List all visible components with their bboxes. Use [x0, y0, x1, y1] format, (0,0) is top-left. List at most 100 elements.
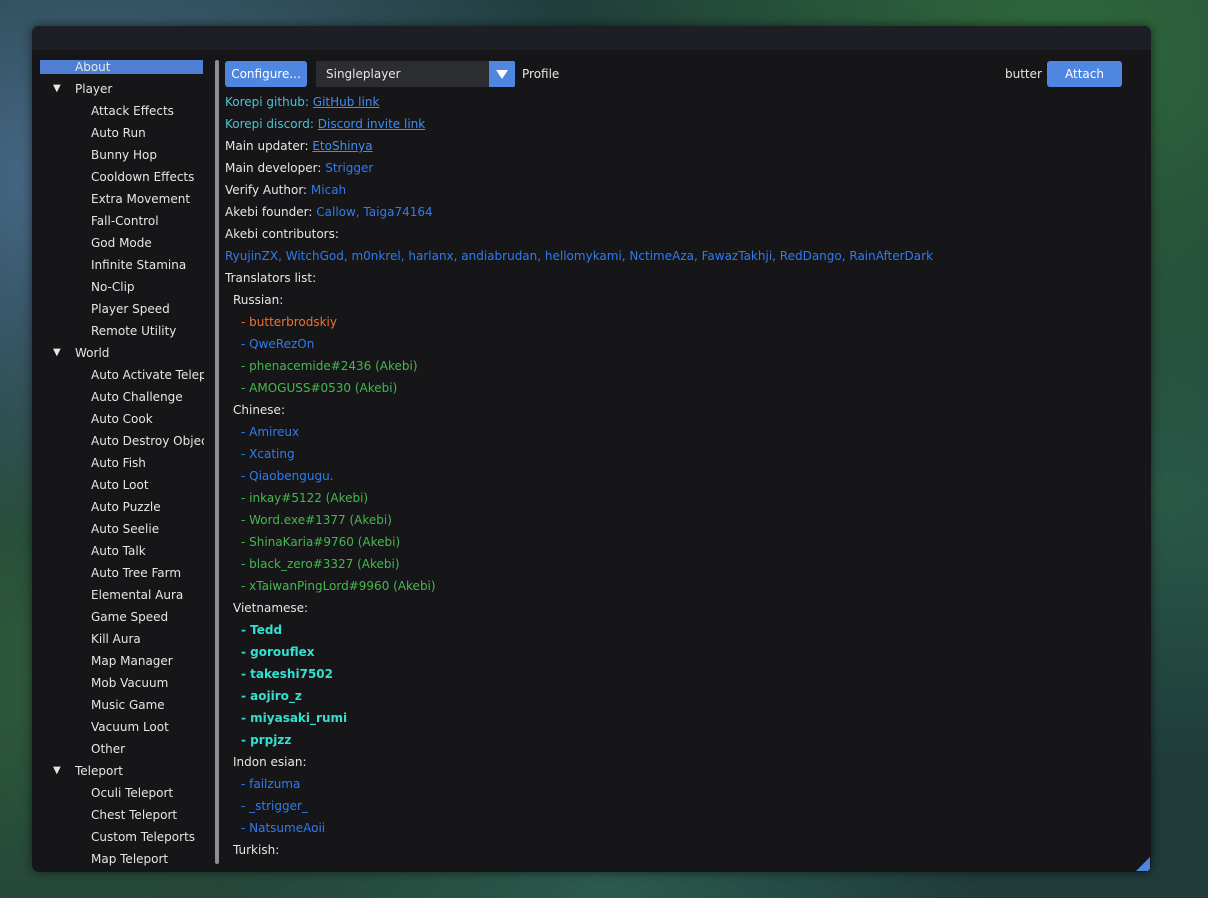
- sidebar-item-no-clip[interactable]: No-Clip: [32, 276, 204, 298]
- about-row: - phenacemide#2436 (Akebi): [241, 355, 418, 377]
- sidebar-item-auto-puzzle[interactable]: Auto Puzzle: [32, 496, 204, 518]
- attach-button[interactable]: Attach: [1047, 61, 1122, 87]
- sidebar-item-auto-run[interactable]: Auto Run: [32, 122, 204, 144]
- about-text: - aojiro_z: [241, 689, 302, 703]
- about-link[interactable]: EtoShinya: [312, 139, 372, 153]
- sidebar-item-cooldown-effects[interactable]: Cooldown Effects: [32, 166, 204, 188]
- sidebar-item-player-speed[interactable]: Player Speed: [32, 298, 204, 320]
- about-text: RyujinZX, WitchGod, m0nkrel, harlanx, an…: [225, 249, 934, 263]
- expand-arrow-icon[interactable]: ▼: [53, 342, 61, 364]
- chevron-down-icon[interactable]: [489, 61, 515, 87]
- about-text: Akebi contributors:: [225, 227, 339, 241]
- sidebar-item-label: Kill Aura: [91, 632, 141, 646]
- sidebar-item-mob-vacuum[interactable]: Mob Vacuum: [32, 672, 204, 694]
- about-text: - Xcating: [241, 447, 295, 461]
- about-row: - NatsumeAoii: [241, 817, 325, 839]
- about-text: - xTaiwanPingLord#9960 (Akebi): [241, 579, 436, 593]
- sidebar-item-other[interactable]: Other: [32, 738, 204, 760]
- sidebar-item-music-game[interactable]: Music Game: [32, 694, 204, 716]
- sidebar-item-auto-talk[interactable]: Auto Talk: [32, 540, 204, 562]
- about-row: - AMOGUSS#0530 (Akebi): [241, 377, 397, 399]
- about-row: - prpjzz: [241, 729, 291, 751]
- sidebar-item-vacuum-loot[interactable]: Vacuum Loot: [32, 716, 204, 738]
- expand-arrow-icon[interactable]: ▼: [53, 78, 61, 100]
- sidebar-item-extra-movement[interactable]: Extra Movement: [32, 188, 204, 210]
- about-text: - takeshi7502: [241, 667, 333, 681]
- sidebar-item-label: Player Speed: [91, 302, 170, 316]
- sidebar-item-label: Auto Cook: [91, 412, 153, 426]
- expand-arrow-icon[interactable]: ▼: [53, 760, 61, 782]
- about-text: - Tedd: [241, 623, 283, 637]
- title-bar[interactable]: [32, 26, 1151, 50]
- profile-label: Profile: [522, 67, 560, 81]
- sidebar-item-label: Vacuum Loot: [91, 720, 169, 734]
- sidebar-item-attack-effects[interactable]: Attack Effects: [32, 100, 204, 122]
- about-row: Turkish:: [233, 839, 279, 861]
- about-row: - gorouflex: [241, 641, 314, 663]
- sidebar-item-kill-aura[interactable]: Kill Aura: [32, 628, 204, 650]
- about-row: Korepi github: GitHub link: [225, 91, 379, 113]
- about-text: Micah: [310, 183, 347, 197]
- about-text: Chinese:: [233, 403, 285, 417]
- about-text: Strigger: [325, 161, 374, 175]
- sidebar-splitter[interactable]: [215, 60, 219, 864]
- sidebar-item-custom-teleports[interactable]: Custom Teleports: [32, 826, 204, 848]
- about-row: Akebi founder: Callow, Taiga74164: [225, 201, 433, 223]
- sidebar-item-label: Game Speed: [91, 610, 169, 624]
- profile-select[interactable]: Singleplayer: [316, 61, 515, 87]
- sidebar-item-game-speed[interactable]: Game Speed: [32, 606, 204, 628]
- configure-button[interactable]: Configure...: [225, 61, 307, 87]
- resize-grip[interactable]: [1136, 857, 1150, 871]
- about-text: Turkish:: [233, 843, 280, 857]
- sidebar-item-label: No-Clip: [91, 280, 135, 294]
- about-text: - Word.exe#1377 (Akebi): [241, 513, 392, 527]
- about-link[interactable]: GitHub link: [313, 95, 380, 109]
- sidebar-item-infinite-stamina[interactable]: Infinite Stamina: [32, 254, 204, 276]
- about-text: - gorouflex: [241, 645, 315, 659]
- sidebar-item-auto-destroy-objects[interactable]: Auto Destroy Objects: [32, 430, 204, 452]
- about-row: - failzuma: [241, 773, 300, 795]
- sidebar-item-oculi-teleport[interactable]: Oculi Teleport: [32, 782, 204, 804]
- sidebar-item-label: Auto Run: [91, 126, 146, 140]
- about-row: Indon esian:: [233, 751, 307, 773]
- sidebar-item-god-mode[interactable]: God Mode: [32, 232, 204, 254]
- sidebar-item-label: Music Game: [91, 698, 165, 712]
- sidebar-item-player[interactable]: ▼ Player: [32, 78, 204, 100]
- about-text: - Qiaobengugu.: [241, 469, 334, 483]
- sidebar-item-auto-tree-farm[interactable]: Auto Tree Farm: [32, 562, 204, 584]
- user-label: butter: [1005, 67, 1042, 81]
- sidebar-item-chest-teleport[interactable]: Chest Teleport: [32, 804, 204, 826]
- sidebar-item-auto-fish[interactable]: Auto Fish: [32, 452, 204, 474]
- main-window: About ▼ Player Attack Effects Auto Run Bunny …: [32, 26, 1151, 872]
- sidebar-item-label: World: [75, 346, 110, 360]
- about-text: Korepi discord:: [225, 117, 318, 131]
- about-text: Main developer:: [225, 161, 326, 175]
- sidebar-item-auto-loot[interactable]: Auto Loot: [32, 474, 204, 496]
- about-link[interactable]: Discord invite link: [318, 117, 425, 131]
- sidebar-item-auto-challenge[interactable]: Auto Challenge: [32, 386, 204, 408]
- about-row: - _strigger_: [241, 795, 308, 817]
- sidebar-item-remote-utility[interactable]: Remote Utility: [32, 320, 204, 342]
- sidebar-item-teleport[interactable]: ▼ Teleport: [32, 760, 204, 782]
- sidebar-item-map-manager[interactable]: Map Manager: [32, 650, 204, 672]
- sidebar-item-world[interactable]: ▼ World: [32, 342, 204, 364]
- sidebar-item-about[interactable]: About: [32, 56, 204, 78]
- about-text: Verify Author:: [225, 183, 311, 197]
- about-row: Main updater: EtoShinya: [225, 135, 373, 157]
- sidebar-item-label: Auto Tree Farm: [91, 566, 182, 580]
- sidebar-item-auto-activate-telepor[interactable]: Auto Activate Telepor: [32, 364, 204, 386]
- sidebar-item-label: Oculi Teleport: [91, 786, 174, 800]
- about-row: Verify Author: Micah: [225, 179, 346, 201]
- sidebar-item-auto-seelie[interactable]: Auto Seelie: [32, 518, 204, 540]
- about-text: - phenacemide#2436 (Akebi): [241, 359, 418, 373]
- about-row: - miyasaki_rumi: [241, 707, 347, 729]
- about-text: - AMOGUSS#0530 (Akebi): [241, 381, 398, 395]
- sidebar-item-fall-control[interactable]: Fall-Control: [32, 210, 204, 232]
- sidebar-item-auto-cook[interactable]: Auto Cook: [32, 408, 204, 430]
- sidebar-item-elemental-aura[interactable]: Elemental Aura: [32, 584, 204, 606]
- about-row: - butterbrodskiy: [241, 311, 337, 333]
- about-row: RyujinZX, WitchGod, m0nkrel, harlanx, an…: [225, 245, 933, 267]
- sidebar-item-bunny-hop[interactable]: Bunny Hop: [32, 144, 204, 166]
- sidebar-item-map-teleport[interactable]: Map Teleport: [32, 848, 204, 870]
- sidebar-item-label: About: [75, 60, 111, 74]
